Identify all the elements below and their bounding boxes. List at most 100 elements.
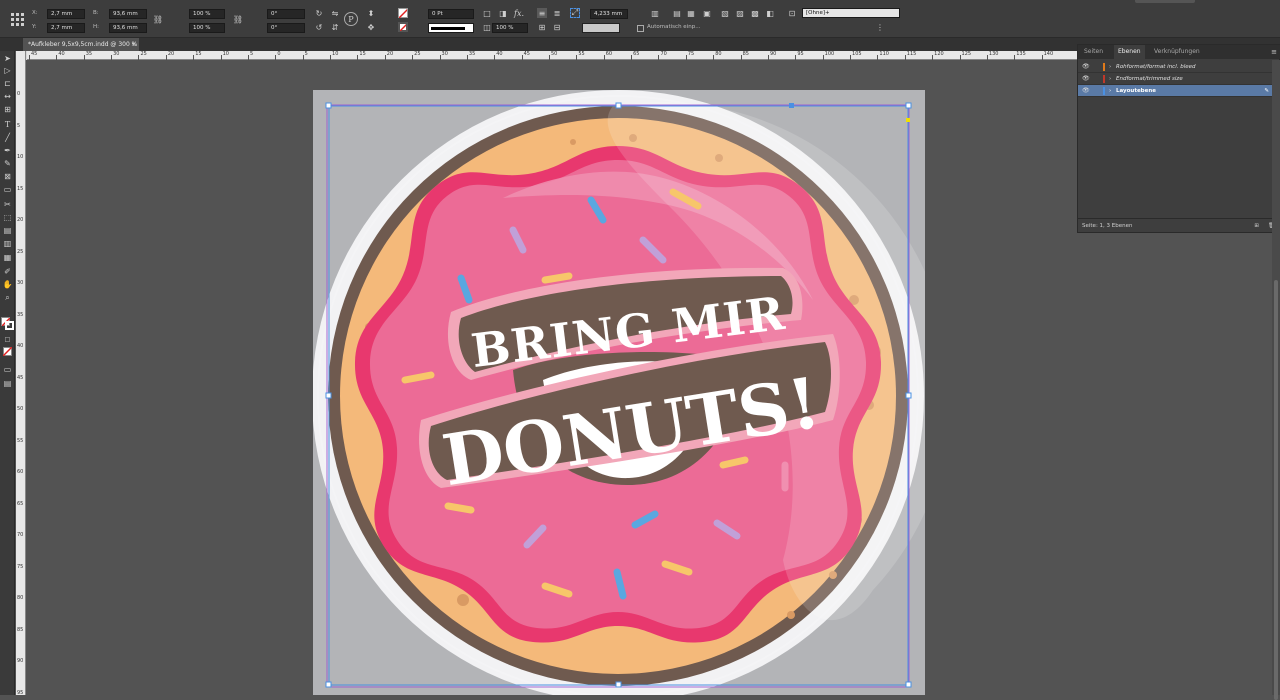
scale-y-field[interactable]: 100 % xyxy=(189,23,225,33)
object-style-options-icon[interactable]: ⋮ xyxy=(875,22,885,32)
expand-arrow-icon[interactable]: › xyxy=(1109,85,1111,97)
constrain-scale-icon[interactable]: ⛓ xyxy=(233,14,243,24)
sticker-artwork[interactable]: BRING MIR DONUTS! xyxy=(313,90,925,695)
vertical-ruler[interactable]: 0 5 10 15 20 25 30 35 40 45 50 55 60 65 70 75 80 85 90 95 xyxy=(16,51,26,696)
vertical-scrollbar[interactable] xyxy=(1272,60,1280,700)
stroke-weight-field[interactable]: 0 Pt xyxy=(428,9,474,19)
object-style-icon[interactable]: ⊡ xyxy=(787,8,797,18)
frame-fitting-icon[interactable]: □ xyxy=(482,8,492,18)
rotate-cw-icon[interactable]: ↻ xyxy=(314,8,324,18)
eyedropper-tool-icon[interactable]: ✐ xyxy=(2,266,13,277)
tab-ebenen[interactable]: Ebenen xyxy=(1114,45,1145,59)
fill-stroke-swatch[interactable] xyxy=(1,317,14,330)
stroke-type-select[interactable] xyxy=(428,23,474,33)
tab-verknuepfungen[interactable]: Verknüpfungen xyxy=(1150,45,1204,59)
text-wrap-icon[interactable]: ⊟ xyxy=(552,22,562,32)
zoom-tool-icon[interactable]: ⌕ xyxy=(2,292,13,303)
visibility-eye-icon[interactable]: 👁 xyxy=(1082,73,1090,85)
horizontal-ruler[interactable]: 45 40 35 30 25 20 15 10 5 0 5 10 15 20 25 30 35 40 45 50 55 6… xyxy=(27,51,1077,60)
rotate-field[interactable]: 0° xyxy=(267,9,305,19)
select-container-icon[interactable]: ⬍ xyxy=(366,8,376,18)
new-layer-icon[interactable]: ⊞ xyxy=(1254,219,1259,233)
opacity-icon[interactable]: ◫ xyxy=(482,22,492,32)
flip-horizontal-icon[interactable]: ⇋ xyxy=(330,8,340,18)
shear-field[interactable]: 0° xyxy=(267,23,305,33)
gradient-feather-tool-icon[interactable]: ▥ xyxy=(2,238,13,249)
formatting-container-icon[interactable]: □ T xyxy=(2,334,13,354)
scissors-tool-icon[interactable]: ✂ xyxy=(2,199,13,210)
page-tool-icon[interactable]: ⊏ xyxy=(2,78,13,89)
align-objects-center-icon[interactable]: ▤ xyxy=(672,8,682,18)
align-right-icon[interactable]: ⊞ xyxy=(537,22,547,32)
align-objects-right-icon[interactable]: ▦ xyxy=(686,8,696,18)
align-center-icon[interactable]: ≣ xyxy=(552,8,562,18)
width-field[interactable]: 93,6 mm xyxy=(109,9,147,19)
gradient-tool-icon[interactable]: ▤ xyxy=(2,225,13,236)
line-tool-icon[interactable]: ╱ xyxy=(2,132,13,143)
rectangle-tool-icon[interactable]: ▭ xyxy=(2,184,13,195)
gap-tool-icon[interactable]: ↔ xyxy=(2,91,13,102)
color-swatch-field[interactable] xyxy=(582,23,620,33)
content-collector-icon[interactable]: ⊞ xyxy=(2,104,13,115)
pen-edit-icon[interactable]: ✎ xyxy=(1264,85,1269,97)
expand-arrow-icon[interactable]: › xyxy=(1109,61,1111,73)
select-content-icon[interactable]: ✥ xyxy=(366,22,376,32)
direct-selection-tool-icon[interactable]: ▷ xyxy=(2,65,13,76)
document-page[interactable]: BRING MIR DONUTS! xyxy=(313,90,925,695)
reference-point-icon[interactable] xyxy=(10,12,24,26)
ruler-tick-label: 120 xyxy=(934,51,944,57)
distribute-h-icon[interactable]: ▧ xyxy=(720,8,730,18)
height-field[interactable]: 93,6 mm xyxy=(109,23,147,33)
stroke-none-swatch[interactable] xyxy=(398,22,408,32)
free-transform-tool-icon[interactable]: ⬚ xyxy=(2,212,13,223)
dimension-field[interactable]: 4,233 mm xyxy=(590,9,628,19)
note-tool-icon[interactable]: ▦ xyxy=(2,252,13,263)
auto-size-icon[interactable]: ⤢ xyxy=(570,8,580,18)
drop-shadow-icon[interactable]: ◨ xyxy=(498,8,508,18)
visibility-eye-icon[interactable]: 👁 xyxy=(1082,61,1090,73)
autofit-checkbox[interactable] xyxy=(637,25,644,32)
visibility-eye-icon[interactable]: 👁 xyxy=(1082,85,1090,97)
corner-options-handle[interactable] xyxy=(789,103,794,108)
screen-mode-icon[interactable]: ▭ xyxy=(2,364,13,375)
flip-vertical-icon[interactable]: ⇵ xyxy=(330,22,340,32)
scale-x-field[interactable]: 100 % xyxy=(189,9,225,19)
view-mode-icon[interactable]: ▤ xyxy=(2,378,13,389)
y-field[interactable]: 2,7 mm xyxy=(47,23,85,33)
scrollbar-thumb[interactable] xyxy=(1274,280,1278,700)
opacity-field[interactable]: 100 % xyxy=(492,23,528,33)
fill-none-swatch[interactable] xyxy=(398,8,408,18)
apply-none-icon[interactable] xyxy=(2,346,13,358)
expand-arrow-icon[interactable]: › xyxy=(1109,73,1111,85)
align-objects-top-icon[interactable]: ▣ xyxy=(702,8,712,18)
selection-tool-icon[interactable]: ➤ xyxy=(2,53,13,64)
ruler-tick-label: 75 xyxy=(17,563,24,570)
rectangle-frame-tool-icon[interactable]: ⊠ xyxy=(2,171,13,182)
align-objects-left-icon[interactable]: ▥ xyxy=(650,8,660,18)
type-tool-icon[interactable]: T xyxy=(2,119,13,130)
layer-color-swatch xyxy=(1103,87,1105,95)
hand-tool-icon[interactable]: ✋ xyxy=(2,279,13,290)
layers-status: Seite: 1, 3 Ebenen xyxy=(1082,223,1133,229)
pencil-tool-icon[interactable]: ✎ xyxy=(2,158,13,169)
constrain-proportions-icon[interactable]: ⛓ xyxy=(153,14,163,24)
tab-seiten[interactable]: Seiten xyxy=(1080,45,1107,59)
distribute-top-icon[interactable]: ◧ xyxy=(765,8,775,18)
rotate-ccw-icon[interactable]: ↺ xyxy=(314,22,324,32)
layer-row[interactable]: 👁 › Endformat/trimmed size xyxy=(1078,73,1280,85)
layer-row[interactable]: 👁 › Rohformat/format incl. bleed xyxy=(1078,61,1280,73)
tools-panel: ➤ ▷ ⊏ ↔ ⊞ T ╱ ✒ ✎ ⊠ ▭ ✂ ⬚ ▤ ▥ ▦ ✐ ✋ ⌕ □ … xyxy=(0,51,15,695)
panel-menu-icon[interactable]: ≡ xyxy=(1271,48,1277,56)
layer-row-selected[interactable]: 👁 › Layoutebene ✎ xyxy=(1078,85,1280,97)
x-field[interactable]: 2,7 mm xyxy=(47,9,85,19)
distribute-space-icon[interactable]: ▩ xyxy=(750,8,760,18)
align-left-icon[interactable]: ≡ xyxy=(537,8,547,18)
close-tab-icon[interactable]: × xyxy=(131,38,136,51)
pen-tool-icon[interactable]: ✒ xyxy=(2,145,13,156)
paragraph-p-icon[interactable]: P xyxy=(344,12,358,26)
distribute-v-icon[interactable]: ▨ xyxy=(735,8,745,18)
ruler-tick-label: 65 xyxy=(633,51,640,57)
fx-icon[interactable]: fx. xyxy=(514,8,524,18)
document-tab[interactable]: *Aufkleber 9,5x9,5cm.indd @ 300 % × xyxy=(23,38,139,51)
object-style-select[interactable]: [Ohne]+ xyxy=(802,8,900,18)
